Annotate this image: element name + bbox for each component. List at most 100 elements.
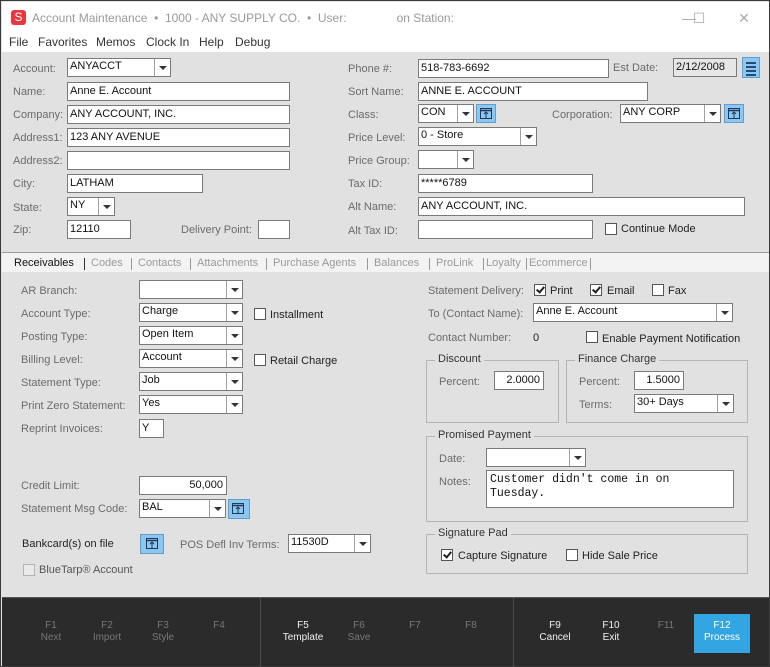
posting-type-combo[interactable]: Open Item — [139, 326, 243, 345]
pos-terms-value: 11530D — [291, 536, 329, 548]
f12-process-button[interactable]: F12 Process — [694, 614, 750, 653]
chevron-down-icon[interactable] — [354, 535, 370, 552]
bluetarp-checkbox[interactable] — [23, 564, 35, 576]
chevron-down-icon[interactable] — [704, 105, 720, 122]
chevron-down-icon[interactable] — [716, 304, 732, 321]
delivery-point-input[interactable] — [258, 220, 290, 239]
statement-msg-code-combo[interactable]: BAL — [139, 499, 226, 518]
chevron-down-icon[interactable] — [569, 449, 585, 466]
tab-attachments[interactable]: Attachments — [197, 257, 258, 269]
chevron-down-icon[interactable] — [226, 304, 242, 321]
state-combo[interactable]: NY — [67, 197, 115, 216]
chevron-down-icon[interactable] — [457, 105, 473, 122]
bankcards-lookup-button[interactable] — [140, 534, 164, 554]
print-zero-statement-combo[interactable]: Yes — [139, 395, 243, 414]
continue-mode-checkbox[interactable] — [605, 223, 617, 235]
chevron-down-icon[interactable] — [226, 281, 242, 298]
chevron-down-icon[interactable] — [98, 198, 114, 215]
finance-terms-combo[interactable]: 30+ Days — [634, 394, 734, 413]
f3-style-button[interactable]: F3 Style — [135, 620, 191, 644]
maximize-button[interactable]: ☐ — [684, 8, 714, 28]
menu-clock-in[interactable]: Clock In — [146, 35, 189, 49]
account-type-combo[interactable]: Charge — [139, 303, 243, 322]
alt-name-input[interactable]: ANY ACCOUNT, INC. — [418, 197, 745, 216]
corporation-lookup-button[interactable] — [724, 104, 744, 123]
price-level-combo[interactable]: 0 - Store — [418, 127, 537, 146]
phone-input[interactable]: 518-783-6692 — [418, 59, 609, 78]
zip-input[interactable]: 12110 — [67, 220, 131, 239]
tab-receivables[interactable]: Receivables — [14, 257, 74, 269]
tab-ecommerce[interactable]: Ecommerce — [529, 257, 588, 269]
more-menu-button[interactable] — [742, 57, 760, 78]
to-contact-name-combo[interactable]: Anne E. Account — [533, 303, 733, 322]
zip-label: Zip: — [13, 224, 32, 236]
menu-memos[interactable]: Memos — [96, 35, 135, 49]
f4-button[interactable]: F4 — [191, 620, 247, 632]
name-input[interactable]: Anne E. Account — [67, 82, 290, 101]
company-input[interactable]: ANY ACCOUNT, INC. — [67, 105, 290, 124]
tab-prolink[interactable]: ProLink — [436, 257, 473, 269]
f10-exit-button[interactable]: F10 Exit — [583, 620, 639, 644]
pos-terms-combo[interactable]: 11530D — [288, 534, 371, 553]
tax-id-input[interactable]: *****6789 — [418, 174, 593, 193]
billing-level-combo[interactable]: Account — [139, 349, 243, 368]
retail-charge-checkbox[interactable] — [254, 354, 266, 366]
email-checkbox[interactable] — [590, 284, 602, 296]
reprint-invoices-input[interactable]: Y — [139, 419, 164, 438]
f8-button[interactable]: F8 — [443, 620, 499, 632]
f5-template-button[interactable]: F5 Template — [275, 620, 331, 644]
statement-msg-lookup-button[interactable] — [228, 499, 250, 519]
fax-checkbox[interactable] — [652, 284, 664, 296]
phone-label: Phone #: — [348, 63, 393, 75]
city-input[interactable]: LATHAM — [67, 174, 203, 193]
tab-purchase-agents[interactable]: Purchase Agents — [273, 257, 356, 269]
f9-cancel-button[interactable]: F9 Cancel — [527, 620, 583, 644]
chevron-down-icon[interactable] — [520, 128, 536, 145]
installment-checkbox[interactable] — [254, 308, 266, 320]
menu-debug[interactable]: Debug — [235, 35, 270, 49]
chevron-down-icon[interactable] — [154, 59, 170, 76]
tab-codes[interactable]: Codes — [91, 257, 123, 269]
title-bar: S Account Maintenance • 1000 - ANY SUPPL… — [2, 2, 769, 32]
price-group-combo[interactable] — [418, 150, 474, 169]
chevron-down-icon[interactable] — [226, 327, 242, 344]
print-checkbox[interactable] — [534, 284, 546, 296]
menu-file[interactable]: File — [9, 35, 28, 49]
capture-signature-checkbox[interactable] — [441, 549, 453, 561]
discount-percent-input[interactable]: 2.0000 — [494, 371, 544, 390]
account-combo[interactable]: ANYACCT — [67, 58, 171, 77]
tab-loyalty[interactable]: Loyalty — [486, 257, 521, 269]
address1-input[interactable]: 123 ANY AVENUE — [67, 128, 290, 147]
address2-input[interactable] — [67, 151, 290, 170]
f7-button[interactable]: F7 — [387, 620, 443, 632]
f6-save-button[interactable]: F6 Save — [331, 620, 387, 644]
credit-limit-input[interactable]: 50,000 — [139, 476, 227, 495]
tab-balances[interactable]: Balances — [374, 257, 419, 269]
promised-date-picker[interactable] — [486, 448, 586, 467]
class-lookup-button[interactable] — [476, 104, 496, 123]
chevron-down-icon[interactable] — [226, 373, 242, 390]
chevron-down-icon[interactable] — [226, 396, 242, 413]
chevron-down-icon[interactable] — [226, 350, 242, 367]
menu-help[interactable]: Help — [199, 35, 224, 49]
f1-next-button[interactable]: F1 Next — [23, 620, 79, 644]
chevron-down-icon[interactable] — [717, 395, 733, 412]
statement-type-combo[interactable]: Job — [139, 372, 243, 391]
alt-tax-id-input[interactable] — [418, 220, 593, 239]
finance-percent-input[interactable]: 1.5000 — [634, 371, 684, 390]
tab-contacts[interactable]: Contacts — [138, 257, 181, 269]
f2-import-button[interactable]: F2 Import — [79, 620, 135, 644]
f11-button[interactable]: F11 — [638, 620, 694, 632]
menu-favorites[interactable]: Favorites — [38, 35, 87, 49]
sort-name-input[interactable]: ANNE E. ACCOUNT — [418, 82, 648, 101]
ar-branch-combo[interactable] — [139, 280, 243, 299]
chevron-down-icon[interactable] — [457, 151, 473, 168]
close-button[interactable]: ✕ — [729, 8, 759, 28]
promised-notes-textarea[interactable]: Customer didn't come in on Tuesday. — [486, 470, 734, 508]
enable-payment-notification-checkbox[interactable] — [586, 331, 598, 343]
hide-sale-price-checkbox[interactable] — [566, 549, 578, 561]
chevron-down-icon[interactable] — [209, 500, 225, 517]
tab-separator — [526, 258, 527, 270]
corporation-combo[interactable]: ANY CORP — [620, 104, 721, 123]
class-combo[interactable]: CON — [418, 104, 474, 123]
